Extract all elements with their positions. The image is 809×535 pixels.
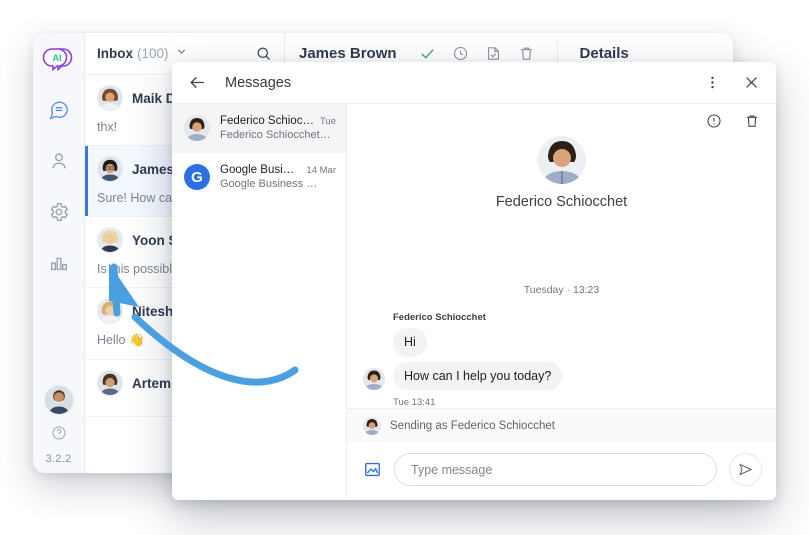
archive-icon[interactable] (485, 45, 502, 62)
avatar (97, 370, 123, 396)
page-title: James Brown (299, 45, 397, 62)
help-icon[interactable] (51, 425, 67, 446)
avatar (184, 115, 210, 141)
sidebar-item-conversations[interactable] (42, 93, 76, 127)
inbox-count: (100) (137, 46, 169, 61)
message-timestamp: Tue 13:41 (393, 397, 436, 408)
clock-icon[interactable] (452, 45, 469, 62)
sidebar-item-contacts[interactable] (42, 144, 76, 178)
message-column: Federico Schiocchet Hi How can I help yo… (393, 312, 563, 408)
chat-pane: Federico Schiocchet Tuesday · 13:23 Fede… (347, 104, 776, 500)
avatar (97, 227, 123, 253)
sending-as-bar: Sending as Federico Schiocchet (347, 408, 776, 443)
details-label: Details (579, 45, 629, 62)
trash-icon[interactable] (744, 113, 760, 129)
screenshot-stage: AI 3.2.2 Inbox (100) Maik Da thx! James … (0, 0, 809, 535)
modal-header: Messages (172, 62, 776, 104)
avatar: G (184, 164, 210, 190)
search-icon[interactable] (255, 45, 272, 62)
chevron-down-icon[interactable] (175, 45, 188, 63)
thread-name: Federico Schiocchet (220, 115, 314, 127)
message-composer (347, 443, 776, 500)
sending-as-label: Sending as Federico Schiocchet (390, 420, 555, 432)
message-group: Federico Schiocchet Hi How can I help yo… (363, 312, 760, 408)
chat-toolbar (347, 104, 776, 134)
thread-subtitle: Federico Schiocchet… (220, 129, 331, 141)
avatar (97, 298, 123, 324)
thread-list: Federico Schiocchet Tue Federico Schiocc… (172, 104, 347, 500)
trash-icon[interactable] (518, 45, 535, 62)
send-button[interactable] (729, 453, 762, 486)
chat-scroll: Federico Schiocchet Tuesday · 13:23 Fede… (347, 134, 776, 408)
more-vertical-icon[interactable] (704, 74, 721, 91)
thread-date: 14 Mar (306, 165, 336, 176)
app-version: 3.2.2 (45, 453, 72, 465)
avatar (363, 368, 385, 390)
app-logo: AI (41, 41, 77, 77)
left-nav-rail: AI 3.2.2 (33, 33, 85, 473)
message-input[interactable] (394, 453, 717, 486)
image-icon[interactable] (363, 460, 382, 479)
avatar (363, 417, 381, 435)
message-sender: Federico Schiocchet (393, 312, 486, 323)
chat-intro: Federico Schiocchet (363, 134, 760, 210)
modal-header-actions (704, 74, 760, 91)
thread-item-federico[interactable]: Federico Schiocchet Tue Federico Schiocc… (172, 104, 346, 153)
avatar (97, 85, 123, 111)
svg-text:AI: AI (52, 53, 61, 63)
thread-item-google-business[interactable]: G Google Business … 14 Mar Google Busine… (172, 153, 346, 202)
modal-title: Messages (225, 74, 292, 91)
thread-subtitle: Google Business … (220, 178, 318, 190)
info-circle-icon[interactable] (706, 113, 722, 129)
conversation-actions (419, 45, 535, 62)
sidebar-item-settings[interactable] (42, 195, 76, 229)
avatar (97, 156, 123, 182)
rail-bottom-group: 3.2.2 (33, 385, 84, 465)
inbox-label: Inbox (97, 46, 133, 61)
thread-date: Tue (319, 116, 336, 127)
message-bubble: How can I help you today? (393, 361, 563, 390)
contact-name: Federico Schiocchet (495, 194, 628, 210)
message-bubble: Hi (393, 328, 427, 357)
check-icon[interactable] (419, 45, 436, 62)
current-user-avatar[interactable] (43, 385, 74, 415)
contact-avatar (537, 136, 586, 184)
day-separator: Tuesday · 13:23 (523, 284, 600, 296)
chat-spacer (363, 210, 760, 284)
modal-body: Federico Schiocchet Tue Federico Schiocc… (172, 104, 776, 500)
thread-name: Google Business … (220, 164, 300, 176)
sidebar-item-reports[interactable] (42, 246, 76, 280)
close-icon[interactable] (743, 74, 760, 91)
arrow-left-icon[interactable] (188, 73, 207, 92)
messages-modal: Messages Federico Schiocchet Tue Federic… (172, 62, 776, 500)
